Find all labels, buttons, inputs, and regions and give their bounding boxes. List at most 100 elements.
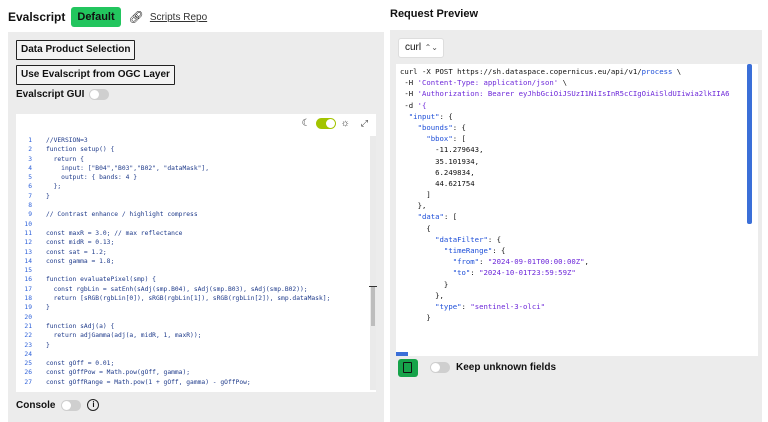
preview-token: , bbox=[584, 257, 589, 267]
preview-line: }, bbox=[400, 290, 758, 301]
code-text: } bbox=[46, 341, 50, 349]
preview-token: process bbox=[641, 67, 673, 76]
line-number: 22 bbox=[24, 332, 32, 340]
preview-token: 6.249834, bbox=[400, 167, 475, 177]
request-preview-panel: curl ⌃⌄ curl -X POST https://sh.dataspac… bbox=[390, 30, 762, 422]
sun-icon: ☼ bbox=[340, 118, 350, 129]
preview-token: : { bbox=[487, 234, 502, 244]
line-number: 25 bbox=[24, 360, 32, 368]
code-line: 7} bbox=[16, 192, 366, 201]
preview-token: "bbox" bbox=[400, 134, 453, 144]
preview-line: -H 'Content-Type: application/json' \ bbox=[400, 77, 758, 88]
scripts-repo-link[interactable]: Scripts Repo bbox=[150, 12, 207, 23]
code-text: const sat = 1.2; bbox=[46, 248, 107, 256]
preview-line: "to": "2024-10-01T23:59:59Z" bbox=[400, 267, 758, 278]
code-line: 10 bbox=[16, 220, 366, 229]
chevron-updown-icon: ⌃⌄ bbox=[424, 43, 438, 52]
preview-token: 44.621754 bbox=[400, 178, 475, 188]
preview-token: \ bbox=[672, 67, 682, 76]
evalscript-gui-toggle[interactable] bbox=[89, 89, 110, 100]
data-product-selection-button[interactable]: Data Product Selection bbox=[16, 40, 136, 60]
preview-line: -H 'Authorization: Bearer eyJhbGciOiJSUz… bbox=[400, 88, 758, 99]
request-preview-title: Request Preview bbox=[390, 8, 479, 20]
preview-token: 35.101934, bbox=[400, 156, 480, 166]
evalscript-title: Evalscript bbox=[8, 10, 66, 24]
preview-token: "to" bbox=[400, 268, 471, 278]
default-badge[interactable]: Default bbox=[71, 7, 121, 27]
preview-line: 44.621754 bbox=[400, 178, 758, 189]
code-text: function evaluatePixel(smp) { bbox=[46, 276, 156, 284]
line-number: 2 bbox=[28, 146, 32, 154]
line-number: 18 bbox=[24, 295, 32, 303]
evalscript-pane: Evalscript Default 🔗︎ Scripts Repo Data … bbox=[8, 0, 384, 422]
preview-scrollbar[interactable] bbox=[747, 64, 752, 224]
preview-line: "bbox": [ bbox=[400, 133, 758, 144]
theme-toggle[interactable] bbox=[315, 118, 336, 129]
preview-line: "dataFilter": { bbox=[400, 234, 758, 245]
preview-token: : bbox=[470, 268, 480, 278]
expand-icon[interactable]: ⤢ bbox=[361, 118, 368, 129]
code-text: // Contrast enhance / highlight compress bbox=[46, 211, 198, 219]
line-number: 21 bbox=[24, 322, 32, 330]
console-row: Console i bbox=[16, 399, 100, 411]
request-preview-pane: Request Preview curl ⌃⌄ curl -X POST htt… bbox=[390, 0, 762, 422]
preview-line: "from": "2024-09-01T00:00:00Z", bbox=[400, 256, 758, 267]
keep-unknown-row: Keep unknown fields bbox=[430, 362, 556, 373]
format-select[interactable]: curl ⌃⌄ bbox=[398, 38, 444, 58]
preview-token: : { bbox=[492, 246, 506, 255]
code-text: const gOffPow = Math.pow(gOff, gamma); bbox=[46, 369, 191, 377]
copy-button[interactable] bbox=[398, 359, 418, 377]
line-number: 8 bbox=[28, 202, 32, 210]
preview-token: ] bbox=[400, 190, 431, 200]
line-number: 4 bbox=[28, 164, 32, 172]
code-line: 18 return [sRGB(rgbLin[0]), sRGB(rgbLin[… bbox=[16, 294, 366, 303]
preview-token: 'Authorization: Bearer eyJhbGciOiJSUzI1N… bbox=[417, 89, 730, 99]
code-text: const rgbLin = satEnh(sAdj(smp.B04), sAd… bbox=[46, 285, 308, 293]
preview-token: : bbox=[479, 257, 488, 267]
line-number: 10 bbox=[24, 220, 32, 228]
code-text: const gamma = 1.8; bbox=[46, 257, 115, 265]
code-line: 1 //VERSION=3 bbox=[16, 136, 366, 145]
keep-unknown-toggle[interactable] bbox=[430, 362, 450, 373]
preview-line: }, bbox=[400, 200, 758, 211]
console-toggle[interactable] bbox=[61, 399, 82, 411]
preview-line: "timeRange": { bbox=[400, 245, 758, 256]
editor-toolbar: ☾ ☼ ⤢ bbox=[302, 118, 368, 129]
preview-line: "input": { bbox=[400, 111, 758, 122]
code-line: 27 const gOffRange = Math.pow(1 + gOff, g… bbox=[16, 378, 366, 387]
preview-token: curl -X POST https://sh.dataspace.copern… bbox=[400, 67, 642, 76]
use-ogc-layer-button[interactable]: Use Evalscript from OGC Layer bbox=[16, 65, 175, 85]
request-preview-code[interactable]: curl -X POST https://sh.dataspace.copern… bbox=[396, 64, 758, 356]
preview-token: }, bbox=[400, 290, 444, 300]
line-number: 6 bbox=[28, 183, 32, 191]
editor-scrollbar[interactable] bbox=[370, 136, 376, 390]
code-text: return { bbox=[46, 155, 84, 163]
code-lines: 1//VERSION=3 2 function setup() {3 return … bbox=[16, 136, 366, 390]
preview-line: -d '{ bbox=[400, 100, 758, 111]
preview-token: : { bbox=[439, 111, 453, 121]
line-number: 23 bbox=[24, 341, 32, 349]
code-line: 4 input: ["B04","B03","B02", "dataMask"]… bbox=[16, 164, 366, 173]
keep-unknown-label: Keep unknown fields bbox=[456, 362, 557, 373]
code-line: 26 const gOffPow = Math.pow(gOff, gamma); bbox=[16, 368, 366, 377]
preview-hscroll[interactable] bbox=[396, 352, 408, 356]
code-line: 24 bbox=[16, 350, 366, 359]
preview-token: "timeRange" bbox=[400, 246, 493, 255]
code-line: 11 const maxR = 3.0; // max reflectance bbox=[16, 229, 366, 238]
moon-icon: ☾ bbox=[301, 118, 311, 129]
preview-token: "2024-10-01T23:59:59Z" bbox=[479, 268, 576, 278]
code-text: const gOffRange = Math.pow(1 + gOff, gam… bbox=[46, 378, 251, 386]
preview-token: "type" bbox=[400, 301, 462, 311]
evalscript-panel: Data Product Selection Use Evalscript fr… bbox=[8, 32, 384, 422]
preview-token: "data" bbox=[400, 212, 444, 222]
line-number: 24 bbox=[24, 350, 32, 358]
code-text: return [sRGB(rgbLin[0]), sRGB(rgbLin[1])… bbox=[46, 295, 331, 303]
code-editor[interactable]: ☾ ☼ ⤢ 1//VERSION=3 2 function setup() {3 r… bbox=[16, 114, 377, 392]
code-text: const maxR = 3.0; // max reflectance bbox=[46, 229, 183, 237]
copy-icon bbox=[403, 362, 412, 373]
info-icon[interactable]: i bbox=[87, 399, 100, 411]
line-number: 15 bbox=[24, 267, 32, 275]
preview-token: } bbox=[400, 279, 449, 289]
code-line: 21 function sAdj(a) { bbox=[16, 322, 366, 331]
preview-token: }, bbox=[400, 201, 427, 211]
